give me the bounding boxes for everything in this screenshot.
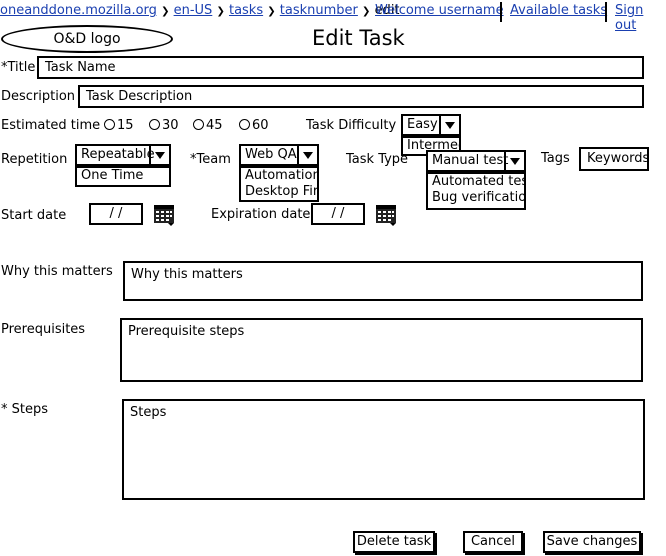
team-select[interactable]: Web QA — [239, 144, 319, 166]
task-difficulty-label: Task Difficulty — [306, 118, 397, 133]
team-option[interactable]: Desktop Firefox — [241, 184, 317, 200]
expiration-date-input[interactable]: / / — [311, 203, 365, 225]
task-type-label: Task Type — [346, 152, 409, 167]
repetition-option[interactable]: One Time — [77, 168, 169, 184]
option-label: 45 — [206, 118, 223, 133]
breadcrumb-separator-icon: ❯ — [161, 6, 170, 17]
task-type-options: Automated test Bug verification — [426, 172, 526, 210]
task-difficulty-value: Easy — [407, 117, 438, 132]
breadcrumb-separator-icon: ❯ — [216, 6, 225, 17]
page-title: Edit Task — [312, 26, 405, 50]
prerequisites-label: Prerequisites — [1, 322, 86, 337]
estimated-time-option-15[interactable]: 15 — [104, 118, 134, 133]
breadcrumb-item-locale[interactable]: en-US — [174, 3, 213, 18]
team-options: Automation Desktop Firefox — [239, 166, 319, 202]
task-type-option[interactable]: Automated test — [428, 174, 524, 190]
task-type-select[interactable]: Manual test — [426, 150, 526, 172]
expiration-date-value: / / — [331, 206, 345, 221]
steps-textarea[interactable]: Steps — [122, 399, 645, 500]
calendar-icon[interactable] — [153, 204, 175, 226]
title-label: *Title — [1, 60, 36, 75]
chevron-down-icon[interactable] — [149, 146, 169, 164]
title-input[interactable]: Task Name — [37, 56, 644, 79]
breadcrumb-item-site[interactable]: oneanddone.mozilla.org — [0, 3, 157, 18]
welcome-user-link[interactable]: Welcome username — [375, 3, 504, 18]
description-input[interactable]: Task Description — [78, 85, 644, 108]
task-difficulty-select[interactable]: Easy — [401, 114, 461, 136]
start-date-label: Start date — [1, 208, 67, 223]
sign-out-link[interactable]: Sign out — [615, 3, 666, 33]
option-label: 60 — [252, 118, 269, 133]
task-type-option[interactable]: Bug verification — [428, 190, 524, 206]
chevron-down-icon[interactable] — [504, 152, 524, 170]
radio-icon — [239, 119, 250, 130]
estimated-time-label: Estimated time — [1, 118, 101, 133]
tags-label: Tags — [541, 151, 570, 166]
repetition-options: One Time — [75, 166, 171, 187]
radio-icon — [193, 119, 204, 130]
breadcrumb: oneanddone.mozilla.org ❯ en-US ❯ tasks ❯… — [0, 3, 400, 18]
team-label: *Team — [190, 152, 231, 167]
delete-task-button[interactable]: Delete task — [353, 531, 435, 553]
why-matters-label: Why this matters — [1, 264, 113, 279]
cancel-button[interactable]: Cancel — [463, 531, 523, 553]
why-matters-textarea[interactable]: Why this matters — [123, 261, 643, 301]
save-changes-button[interactable]: Save changes — [543, 531, 641, 553]
estimated-time-option-60[interactable]: 60 — [239, 118, 269, 133]
repetition-select[interactable]: Repeatable — [75, 144, 171, 166]
breadcrumb-separator-icon: ❯ — [362, 6, 371, 17]
team-value: Web QA — [245, 147, 297, 162]
chevron-down-icon[interactable] — [439, 116, 459, 134]
task-type-value: Manual test — [432, 153, 509, 168]
estimated-time-option-45[interactable]: 45 — [193, 118, 223, 133]
breadcrumb-item-tasknumber[interactable]: tasknumber — [280, 3, 358, 18]
header-divider — [605, 2, 607, 22]
repetition-value: Repeatable — [81, 147, 155, 162]
calendar-icon[interactable] — [375, 204, 397, 226]
available-tasks-link[interactable]: Available tasks — [510, 3, 607, 18]
start-date-value: / / — [109, 206, 123, 221]
prerequisites-textarea[interactable]: Prerequisite steps — [120, 318, 643, 382]
breadcrumb-separator-icon: ❯ — [267, 6, 276, 17]
steps-label: * Steps — [1, 402, 49, 417]
expiration-date-label: Expiration date — [211, 207, 311, 222]
option-label: 15 — [117, 118, 134, 133]
tags-input[interactable]: Keywords — [579, 147, 649, 171]
team-option[interactable]: Automation — [241, 168, 317, 184]
logo[interactable]: O&D logo — [1, 25, 173, 53]
chevron-down-icon[interactable] — [297, 146, 317, 164]
header-divider — [500, 2, 502, 22]
radio-icon — [104, 119, 115, 130]
repetition-label: Repetition — [1, 152, 68, 167]
estimated-time-option-30[interactable]: 30 — [149, 118, 179, 133]
breadcrumb-item-tasks[interactable]: tasks — [229, 3, 263, 18]
description-label: Description — [1, 89, 76, 104]
logo-text: O&D logo — [53, 31, 121, 47]
option-label: 30 — [162, 118, 179, 133]
radio-icon — [149, 119, 160, 130]
start-date-input[interactable]: / / — [89, 203, 143, 225]
